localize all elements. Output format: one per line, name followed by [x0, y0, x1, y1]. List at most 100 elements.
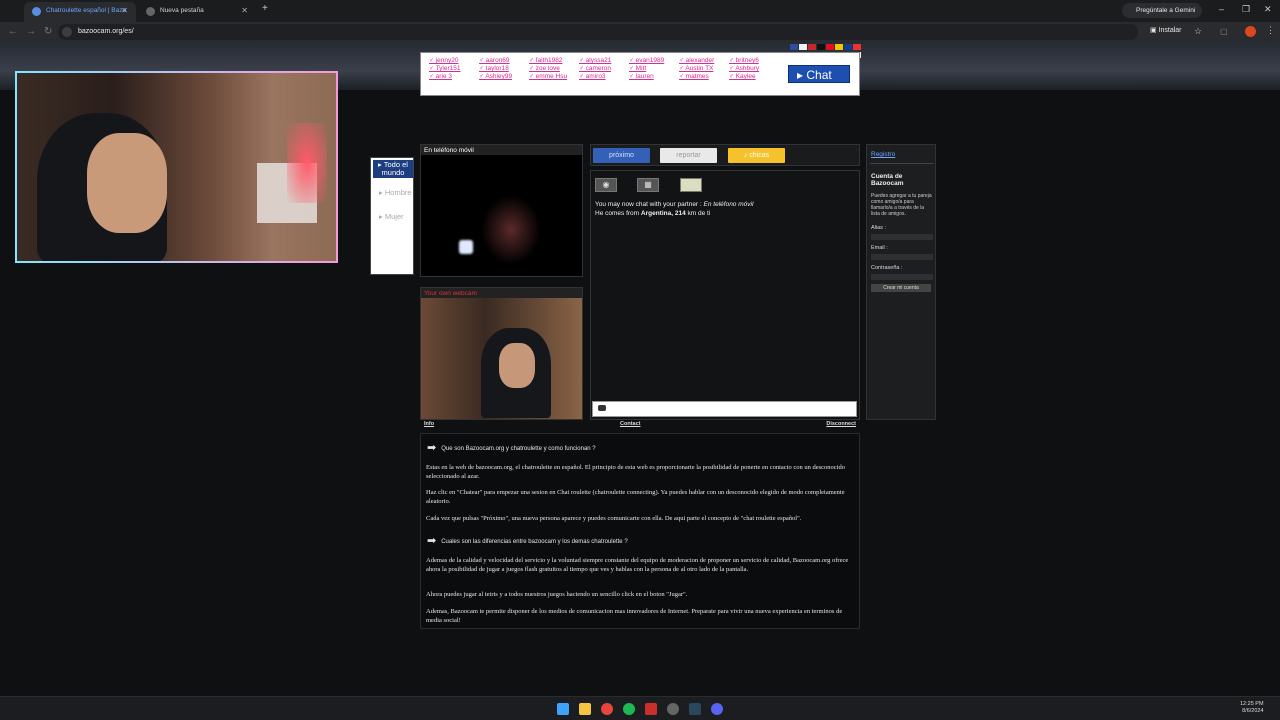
tab-new[interactable]: Nueva pestaña ✕ — [138, 2, 256, 22]
online-user-link[interactable]: ♂ aaron69 — [479, 57, 529, 64]
close-icon[interactable]: ✕ — [121, 2, 128, 20]
clock-time: 12:25 PM — [1240, 701, 1264, 707]
install-button[interactable]: ▣ Instalar — [1150, 26, 1182, 34]
report-button[interactable]: reportar — [660, 148, 717, 163]
girls-button[interactable]: ♪ chicas — [728, 148, 785, 163]
maximize-icon[interactable]: ❐ — [1242, 4, 1250, 15]
online-user-link[interactable]: ♂ evan1989 — [629, 57, 679, 64]
forward-icon[interactable]: → — [26, 26, 36, 37]
online-user-link[interactable]: ♂ arie 3 — [429, 73, 479, 80]
windows-taskbar: 12:25 PM 8/6/2024 — [0, 696, 1280, 720]
self-label: Your own webcam — [421, 288, 582, 298]
spotify-icon[interactable] — [623, 703, 635, 715]
register-link[interactable]: Registro — [871, 151, 895, 158]
online-user-link[interactable]: ♂ jenny20 — [429, 57, 479, 64]
site-info-icon[interactable] — [62, 27, 72, 37]
registration-panel: Registro Cuenta de Bazoocam Puedes agreg… — [866, 144, 936, 420]
online-user-link[interactable]: ♂ Austin TX — [679, 65, 729, 72]
online-user-link[interactable]: ♂ Tyler151 — [429, 65, 479, 72]
info-link[interactable]: Info — [424, 421, 434, 427]
menu-icon[interactable]: ⋮ — [1266, 25, 1275, 36]
address-bar-row: ← → ↻ bazoocam.org/es/ — [0, 22, 1280, 42]
text-mode-icon[interactable]: ◉ — [595, 178, 617, 192]
browser-tab-bar: Chatroulette español | Bazo ✕ Nueva pest… — [0, 0, 1280, 22]
faq-paragraph-5: Ahora puedes jugar al tetris y a todos n… — [426, 591, 688, 598]
filter-all[interactable]: ▸ Todo el mundo — [373, 160, 413, 178]
arrow-right-icon: ➡ — [427, 442, 437, 454]
profile-avatar[interactable] — [1245, 26, 1256, 37]
tab-bazoocam[interactable]: Chatroulette español | Bazo ✕ — [24, 2, 136, 22]
online-user-link[interactable]: ♂ Ashley99 — [479, 73, 529, 80]
self-face — [499, 343, 535, 388]
next-button[interactable]: próximo — [593, 148, 650, 163]
app-icon[interactable] — [667, 703, 679, 715]
online-user-link[interactable]: ♂ zoe love — [529, 65, 579, 72]
online-user-link[interactable]: ♂ cameron — [579, 65, 629, 72]
text-cursor-icon — [598, 405, 606, 411]
email-label: Email : — [871, 245, 888, 251]
star-icon[interactable]: ☆ — [1194, 26, 1202, 37]
filter-all-label: Todo el mundo — [381, 160, 408, 177]
disconnect-link[interactable]: Disconnect — [826, 421, 856, 427]
chat-controls: próximo reportar ♪ chicas — [590, 144, 860, 166]
contact-link[interactable]: Contact — [620, 421, 640, 427]
alias-input[interactable] — [871, 234, 933, 240]
online-user-link[interactable]: ♂ amiro3 — [579, 73, 629, 80]
chat-message-1: You may now chat with your partner : En … — [595, 201, 753, 208]
gender-filter: ▸ Todo el mundo ▸ Hombre ▸ Mujer — [370, 157, 414, 275]
online-user-link[interactable]: ♂ alexander — [679, 57, 729, 64]
online-user-link[interactable]: ♂ lauren — [629, 73, 679, 80]
online-user-link[interactable]: ♂ Kaylee — [729, 73, 779, 80]
online-user-link[interactable]: ♂ taylor18 — [479, 65, 529, 72]
filter-female[interactable]: ▸ Mujer — [373, 212, 413, 221]
register-description: Puedes agregar a tu pareja como amigo/a … — [871, 193, 932, 217]
close-window-icon[interactable]: ✕ — [1264, 4, 1272, 15]
games-icon[interactable]: ▦ — [637, 178, 659, 192]
start-icon[interactable] — [557, 703, 569, 715]
faq-paragraph-1: Estas en la web de bazoocam.org, el chat… — [426, 464, 845, 480]
password-input[interactable] — [871, 274, 933, 280]
close-icon[interactable]: ✕ — [241, 2, 248, 20]
system-clock[interactable]: 12:25 PM 8/6/2024 — [1240, 701, 1264, 715]
email-input[interactable] — [871, 254, 933, 260]
create-account-button[interactable]: Crear mi cuenta — [871, 284, 931, 292]
gemini-button[interactable]: Pregúntale a Gemini — [1122, 3, 1202, 18]
discord-icon[interactable] — [711, 703, 723, 715]
filter-female-label: Mujer — [384, 212, 404, 221]
minimize-icon[interactable]: – — [1219, 4, 1224, 14]
online-user-link[interactable]: ♂ alyssa21 — [579, 57, 629, 64]
new-tab-icon[interactable]: + — [262, 3, 268, 14]
filter-male[interactable]: ▸ Hombre — [373, 188, 413, 197]
extensions-icon[interactable]: ▢ — [1220, 27, 1228, 36]
clock-date: 8/6/2024 — [1242, 708, 1264, 714]
url-text: bazoocam.org/es/ — [78, 28, 134, 35]
chat-message-input[interactable] — [592, 401, 857, 417]
chat-message-2: He comes from Argentina, 214 km de ti — [595, 210, 710, 217]
steam-icon[interactable] — [689, 703, 701, 715]
online-user-link[interactable]: ♂ Ashbury — [729, 65, 779, 72]
self-video: Your own webcam — [420, 287, 583, 420]
back-icon[interactable]: ← — [8, 26, 18, 37]
calendar-icon[interactable] — [645, 703, 657, 715]
online-user-link[interactable]: ♂ britney6 — [729, 57, 779, 64]
chrome-icon[interactable] — [601, 703, 613, 715]
online-user-link[interactable]: ♂ emme Hsu — [529, 73, 579, 80]
partner-figure — [481, 195, 541, 265]
favicon-icon — [146, 7, 155, 16]
chat-button[interactable]: ▸ Chat — [788, 65, 850, 83]
arrow-right-icon: ➡ — [427, 535, 437, 547]
online-user-link[interactable]: ♂ matmes — [679, 73, 729, 80]
settings-icon[interactable]: ▤ — [680, 178, 702, 192]
online-user-link[interactable]: ♂ faith1982 — [529, 57, 579, 64]
online-user-link[interactable]: ♂ Mitt — [629, 65, 679, 72]
tab-title: Chatroulette español | Bazo — [46, 7, 127, 14]
streamer-face — [87, 133, 167, 233]
url-input[interactable]: bazoocam.org/es/ — [58, 24, 1138, 40]
password-label: Contraseña : — [871, 265, 903, 271]
message-country: Argentina, 214 — [640, 210, 686, 217]
report-label: reportar — [676, 152, 701, 159]
reload-icon[interactable]: ↻ — [44, 26, 52, 37]
faq-paragraph-3: Cada vez que pulsas "Próximo", una nueva… — [426, 515, 802, 522]
file-explorer-icon[interactable] — [579, 703, 591, 715]
chat-button-label: Chat — [806, 68, 832, 82]
